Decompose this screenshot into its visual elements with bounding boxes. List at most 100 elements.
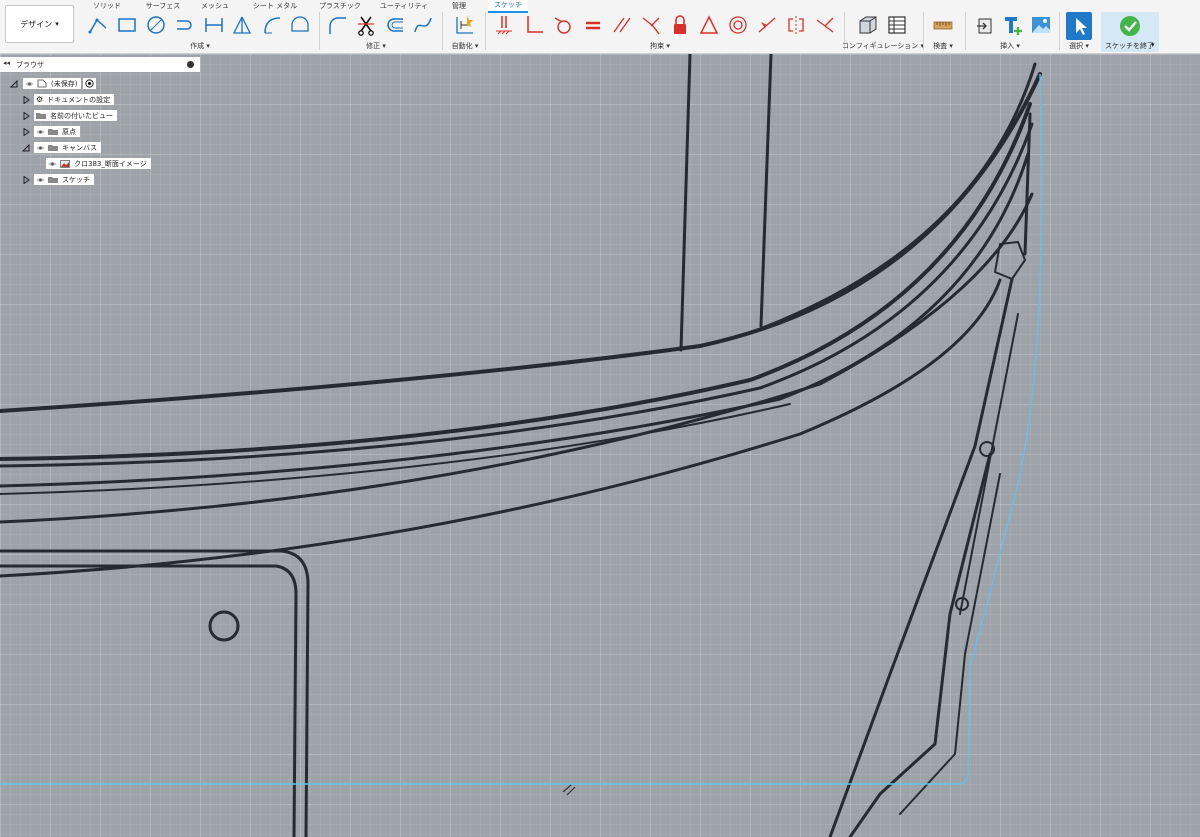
finish-sketch-label: スケッチを終了 — [1105, 42, 1154, 50]
eye-icon[interactable] — [48, 161, 57, 167]
lock-icon[interactable] — [670, 14, 690, 36]
canvas-band-1b — [758, 62, 1037, 331]
expand-triangle-icon[interactable] — [22, 176, 30, 184]
canvas-panel-outer — [0, 549, 310, 837]
auto-dimension-icon[interactable] — [454, 14, 474, 36]
tree-item-document-settings[interactable]: ⚙ ドキュメントの設定 — [22, 94, 115, 105]
sketch-canvas[interactable] — [0, 54, 1200, 837]
canvas-strut-1 — [973, 277, 1014, 448]
expand-open-triangle-icon[interactable] — [10, 80, 18, 88]
group-create-label[interactable]: 作成 — [190, 41, 210, 51]
pointer-cursor-icon — [562, 784, 576, 796]
circle-icon[interactable] — [146, 14, 166, 36]
rectangle-icon[interactable] — [117, 14, 137, 36]
tangent-icon[interactable] — [553, 14, 573, 36]
ribbon-tabs: ソリッド サーフェス メッシュ シート メタル プラスチック ユーティリティ 管… — [0, 0, 1200, 13]
line-icon[interactable] — [88, 14, 108, 36]
expand-triangle-icon[interactable] — [22, 112, 30, 120]
fix-constraint-icon[interactable] — [494, 14, 514, 36]
tree-item-sketches[interactable]: スケッチ — [22, 174, 94, 185]
tab-sketch[interactable]: スケッチ — [488, 0, 528, 13]
canvas-band-1 — [0, 72, 1042, 413]
fillet-icon[interactable] — [328, 14, 348, 36]
eye-icon[interactable] — [25, 81, 34, 87]
tab-sheet-metal[interactable]: シート メタル — [253, 1, 297, 11]
slot-icon[interactable] — [290, 14, 310, 36]
collapse-arrows-icon[interactable]: ◂◂ — [3, 59, 10, 67]
eye-icon[interactable] — [36, 177, 45, 183]
eye-icon[interactable] — [36, 129, 45, 135]
cursor-arrow-icon — [1076, 18, 1087, 35]
dimension-icon[interactable] — [204, 14, 224, 36]
expand-triangle-icon[interactable] — [22, 96, 30, 104]
tab-mesh[interactable]: メッシュ — [201, 1, 229, 11]
group-configure-label[interactable]: コンフィギュレーション — [842, 41, 924, 51]
eye-icon[interactable] — [36, 145, 45, 151]
group-constraints-label[interactable]: 拘束 — [650, 41, 670, 51]
tree-item-label: 原点 — [62, 127, 76, 136]
expand-triangle-icon[interactable] — [22, 128, 30, 136]
divider — [965, 12, 966, 50]
divider — [1059, 12, 1060, 50]
group-modify-label[interactable]: 修正 — [366, 41, 386, 51]
tree-item-named-views[interactable]: 名前の付いたビュー — [22, 110, 117, 121]
tree-item-canvases[interactable]: キャンバス — [22, 142, 101, 153]
trim-scissors-icon[interactable] — [356, 14, 376, 36]
arc-icon[interactable] — [175, 14, 195, 36]
canvas-band-2 — [0, 102, 1032, 461]
finish-sketch-button[interactable]: スケッチを終了 ▾ — [1101, 12, 1159, 52]
minimize-panel-icon[interactable] — [187, 61, 194, 68]
canvas-band-3 — [0, 122, 1034, 468]
folder-icon — [48, 145, 58, 151]
tab-utility[interactable]: ユーティリティ — [380, 1, 428, 11]
divider — [485, 12, 486, 50]
canvas-band-4 — [0, 152, 1030, 488]
chevron-down-icon: ▾ — [1151, 41, 1155, 49]
concentric-icon[interactable] — [728, 14, 748, 36]
group-automate-label[interactable]: 自動化 — [452, 41, 479, 51]
browser-panel-header[interactable]: ◂◂ ブラウザ — [0, 57, 200, 72]
offset-icon[interactable] — [385, 14, 405, 36]
expand-open-triangle-icon[interactable] — [22, 144, 30, 152]
mirror-triangle-icon[interactable] — [232, 14, 252, 36]
tab-manage[interactable]: 管理 — [452, 1, 466, 11]
configure-table-icon[interactable] — [887, 14, 907, 36]
coincident-icon[interactable] — [815, 14, 835, 36]
collinear-icon[interactable] — [641, 14, 661, 36]
group-insert-label[interactable]: 挿入 — [1000, 41, 1020, 51]
chevron-down-icon: ▾ — [55, 20, 59, 28]
canvas-pillar-left — [679, 54, 692, 352]
spline-fillet-icon[interactable] — [262, 14, 282, 36]
tree-item-canvas-image[interactable]: クロ383_断面イメージ — [46, 158, 151, 169]
perpendicular-icon[interactable] — [524, 14, 544, 36]
insert-text-icon[interactable] — [1003, 14, 1023, 36]
spline-icon[interactable] — [413, 14, 433, 36]
workspace-label: デザイン — [20, 19, 53, 29]
tab-solid[interactable]: ソリッド — [93, 1, 121, 11]
parallel-icon[interactable] — [612, 14, 632, 36]
document-icon — [37, 79, 47, 88]
select-button[interactable] — [1066, 12, 1092, 40]
measure-ruler-icon[interactable] — [933, 14, 953, 36]
tab-surface[interactable]: サーフェス — [146, 1, 181, 11]
insert-derive-icon[interactable] — [975, 14, 995, 36]
group-inspect-label[interactable]: 検査 — [933, 41, 953, 51]
group-select-label[interactable]: 選択 — [1069, 41, 1089, 51]
browser-title: ブラウザ — [16, 61, 44, 69]
insert-image-icon[interactable] — [1031, 14, 1051, 36]
divider — [442, 12, 443, 50]
tree-item-origin[interactable]: 原点 — [22, 126, 80, 137]
triangle-icon[interactable] — [699, 14, 719, 36]
midpoint-icon[interactable] — [757, 14, 777, 36]
folder-icon — [36, 113, 46, 119]
activate-radio-icon — [85, 79, 95, 88]
configure-cube-icon[interactable] — [858, 14, 878, 36]
tab-plastic[interactable]: プラスチック — [319, 1, 361, 11]
tree-item-label: キャンバス — [62, 143, 97, 152]
symmetry-icon[interactable] — [786, 14, 806, 36]
equal-icon[interactable] — [583, 14, 603, 36]
tree-item-root[interactable]: (未保存) — [10, 78, 97, 89]
canvas-band-7 — [0, 278, 1002, 578]
canvas-drawing — [0, 54, 1043, 837]
tree-item-label: ドキュメントの設定 — [47, 95, 111, 104]
